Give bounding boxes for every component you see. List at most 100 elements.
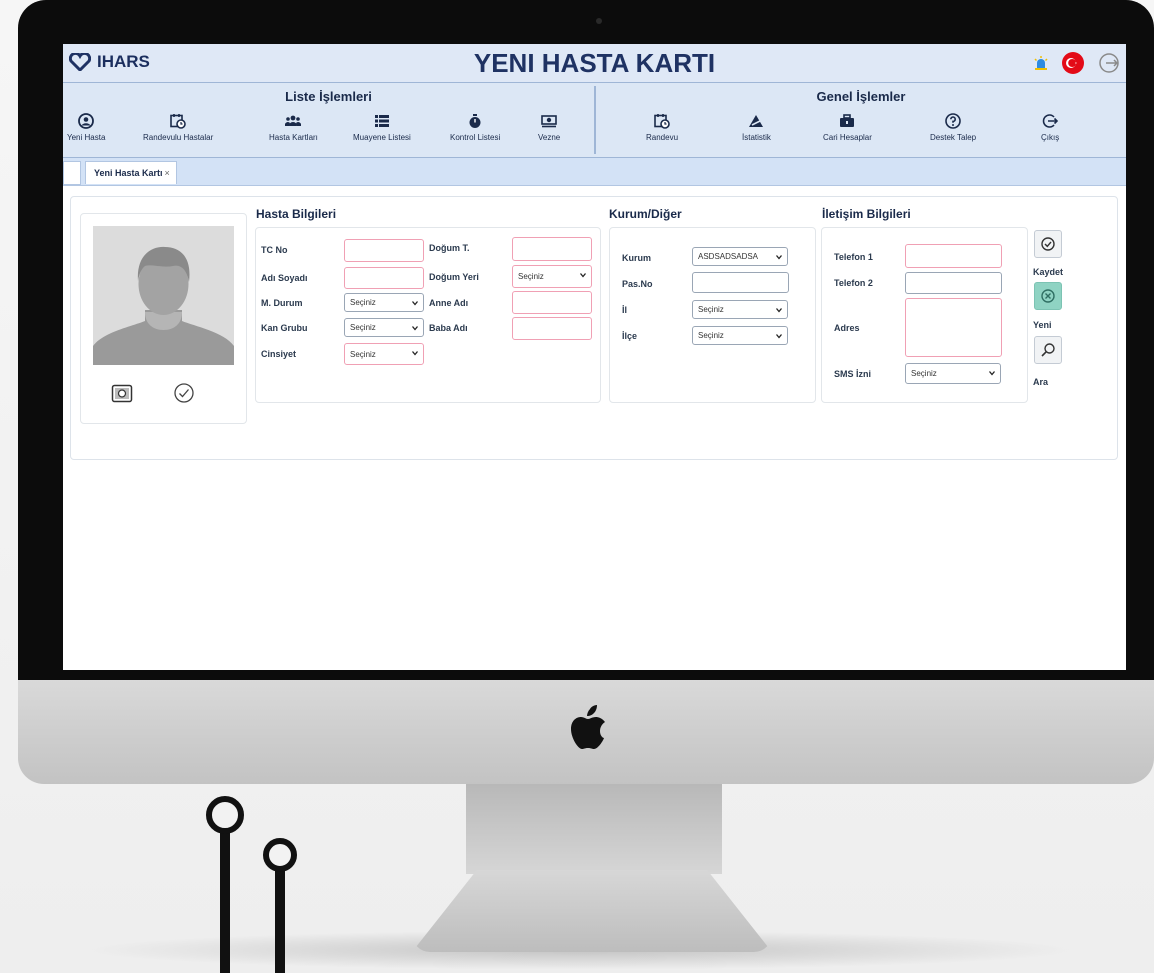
current-accounts-button[interactable]: Cari Hesaplar (823, 113, 872, 142)
mother-label: Anne Adı (429, 298, 469, 308)
patient-section-title: Hasta Bilgileri (256, 207, 337, 221)
father-label: Baba Adı (429, 323, 468, 333)
mother-input[interactable] (512, 291, 592, 314)
address-textarea[interactable] (905, 298, 1002, 357)
chevron-down-icon (776, 308, 782, 313)
chart-icon (749, 115, 764, 127)
phone1-label: Telefon 1 (834, 252, 873, 262)
logout-icon (1042, 114, 1059, 128)
calendar-clock-icon (170, 114, 186, 129)
blood-label: Kan Grubu (261, 323, 308, 333)
name-input[interactable] (344, 267, 424, 289)
marital-label: M. Durum (261, 298, 303, 308)
kurum-label: Kurum (622, 253, 651, 263)
appointed-patients-button[interactable]: Randevulu Hastalar (143, 113, 213, 142)
support-request-label: Destek Talep (930, 133, 977, 142)
kurum-select[interactable]: ASDSADSADSA (692, 247, 788, 266)
save-button[interactable] (1034, 230, 1062, 258)
chevron-down-icon (580, 273, 586, 278)
appointment-label: Randevu (646, 133, 679, 142)
tc-label: TC No (261, 245, 288, 255)
appointed-patients-label: Randevulu Hastalar (143, 133, 214, 142)
title-bar: IHARS YENI HASTA KARTI (63, 44, 1126, 83)
logout-circle-icon[interactable] (1098, 52, 1120, 74)
exit-button[interactable]: Çıkış (1041, 113, 1059, 142)
decor-ring (206, 796, 244, 834)
name-label: Adı Soyadı (261, 273, 308, 283)
kurum-select-value: ASDSADSADSA (698, 252, 759, 261)
statistics-label: İstatistik (742, 133, 771, 142)
title-icons (1034, 52, 1120, 74)
briefcase-icon (840, 114, 855, 127)
cashier-label: Vezne (538, 133, 561, 142)
father-input[interactable] (512, 317, 592, 340)
new-patient-label: Yeni Hasta (67, 133, 106, 142)
apple-logo-icon (571, 705, 605, 749)
gender-label: Cinsiyet (261, 349, 297, 359)
statistics-button[interactable]: İstatistik (742, 113, 771, 142)
turkish-flag-icon[interactable] (1062, 52, 1084, 74)
sms-select[interactable]: Seçiniz (905, 363, 1001, 384)
camera-icon[interactable] (111, 382, 133, 404)
confirm-photo-icon[interactable] (173, 382, 195, 404)
cashier-button[interactable]: Vezne (538, 113, 560, 142)
birthdate-input[interactable] (512, 237, 592, 261)
birthplace-select-value: Seçiniz (518, 272, 544, 281)
camera-dot (596, 18, 602, 24)
tab-label: Yeni Hasta Kartı (94, 168, 163, 178)
toolbar: Liste İşlemleri Yeni Hasta Randevulu Has… (63, 83, 1126, 158)
tab-close-icon[interactable]: × (165, 168, 170, 178)
blood-select[interactable]: Seçiniz (344, 318, 424, 337)
tab-home[interactable] (63, 161, 81, 185)
monitor-neck (466, 784, 722, 874)
patient-cards-button[interactable]: Hasta Kartları (269, 113, 318, 142)
photo-card (80, 213, 247, 424)
support-request-button[interactable]: Destek Talep (930, 113, 976, 142)
chevron-down-icon (989, 371, 995, 376)
control-list-button[interactable]: Kontrol Listesi (450, 113, 500, 142)
birthplace-select[interactable]: Seçiniz (512, 265, 592, 288)
control-list-label: Kontrol Listesi (450, 133, 501, 142)
phone2-input[interactable] (905, 272, 1002, 294)
sms-select-value: Seçiniz (911, 369, 937, 378)
avatar-placeholder-icon (93, 226, 234, 365)
search-label: Ara (1033, 377, 1049, 387)
chevron-down-icon (776, 255, 782, 260)
search-button[interactable] (1034, 336, 1062, 364)
birthdate-label: Doğum T. (429, 243, 470, 253)
marital-select-value: Seçiniz (350, 298, 376, 307)
exit-label: Çıkış (1041, 133, 1060, 142)
pasno-input[interactable] (692, 272, 789, 293)
general-operations-group: Genel İşlemler Randevu İstatistik Cari H… (596, 83, 1126, 157)
il-select[interactable]: Seçiniz (692, 300, 788, 319)
ilce-select[interactable]: Seçiniz (692, 326, 788, 345)
phone2-label: Telefon 2 (834, 278, 873, 288)
examination-list-button[interactable]: Muayene Listesi (353, 113, 411, 142)
clear-circle-icon (1041, 289, 1055, 303)
new-label: Yeni (1033, 320, 1052, 330)
app-screen: IHARS YENI HASTA KARTI Liste İşlemleri Y… (63, 44, 1126, 670)
cash-icon (541, 115, 557, 128)
page-title: YENI HASTA KARTI (473, 48, 716, 78)
tc-input[interactable] (344, 239, 424, 262)
phone1-input[interactable] (905, 244, 1002, 268)
contact-section-title: İletişim Bilgileri (822, 207, 911, 221)
new-button[interactable] (1034, 282, 1062, 310)
sms-label: SMS İzni (834, 369, 872, 379)
chevron-down-icon (412, 301, 418, 306)
list-group-title: Liste İşlemleri (285, 89, 372, 104)
tab-new-patient-card[interactable]: Yeni Hasta Kartı × (85, 161, 177, 184)
institution-section-title: Kurum/Diğer (609, 207, 682, 221)
check-circle-icon (1041, 237, 1055, 251)
siren-icon[interactable] (1034, 56, 1048, 70)
il-label: İl (622, 305, 628, 315)
decor-ring (263, 838, 297, 872)
gender-select[interactable]: Seçiniz (344, 343, 424, 365)
marital-select[interactable]: Seçiniz (344, 293, 424, 312)
chevron-down-icon (776, 334, 782, 339)
patient-cards-label: Hasta Kartları (269, 133, 318, 142)
appointment-button[interactable]: Randevu (646, 113, 678, 142)
new-patient-button[interactable]: Yeni Hasta (67, 113, 105, 142)
chevron-down-icon (412, 351, 418, 356)
general-group-title: Genel İşlemler (816, 89, 906, 104)
